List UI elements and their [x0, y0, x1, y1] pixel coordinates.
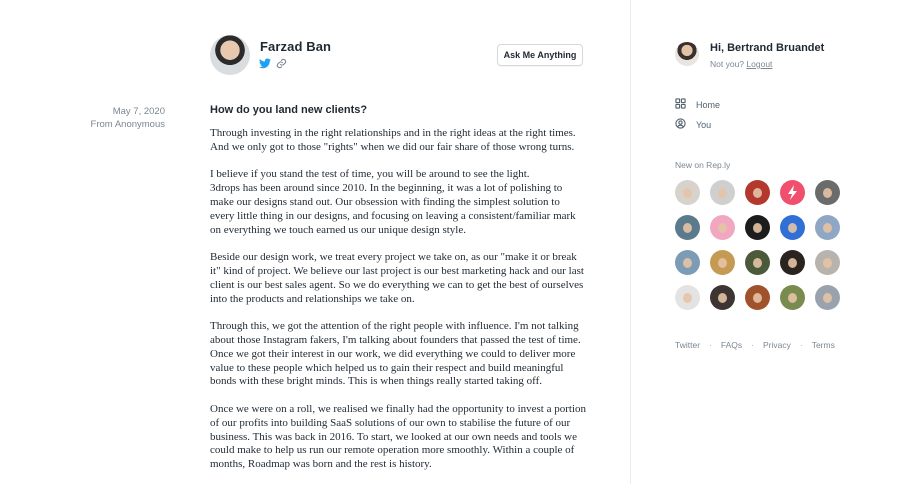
answer-paragraph: Once we were on a roll, we realised we f… — [210, 402, 587, 471]
greeting: Hi, Bertrand Bruandet — [710, 42, 825, 54]
nav-you-label: You — [696, 119, 712, 130]
user-circle-icon — [675, 118, 686, 131]
answer-paragraph: Through this, we got the attention of th… — [210, 320, 581, 388]
logout-link[interactable]: Logout — [746, 59, 772, 69]
author-avatar[interactable] — [210, 35, 250, 75]
user-avatar[interactable] — [675, 42, 699, 66]
user-avatar[interactable] — [710, 285, 735, 310]
main-content: Farzad Ban Ask Me Anything May 7, 2020 F… — [0, 0, 630, 484]
post-date: May 7, 2020 — [112, 106, 165, 117]
user-avatar[interactable] — [815, 250, 840, 275]
user-avatar[interactable] — [710, 215, 735, 240]
footer-link-twitter[interactable]: Twitter — [675, 340, 700, 350]
user-avatar[interactable] — [745, 285, 770, 310]
grid-icon — [675, 98, 686, 111]
author-name[interactable]: Farzad Ban — [260, 39, 331, 54]
user-avatar[interactable] — [780, 285, 805, 310]
footer-link-terms[interactable]: Terms — [812, 340, 835, 350]
user-avatar[interactable] — [745, 215, 770, 240]
nav-home[interactable]: Home — [675, 98, 720, 111]
footer-separator: · — [751, 340, 754, 350]
answer-paragraph: I believe if you stand the test of time,… — [210, 168, 576, 236]
not-you-line: Not you? Logout — [710, 59, 772, 69]
user-avatar[interactable] — [815, 285, 840, 310]
user-avatar[interactable] — [745, 180, 770, 205]
user-avatar[interactable] — [675, 215, 700, 240]
link-icon[interactable] — [276, 56, 287, 74]
footer-link-faqs[interactable]: FAQs — [721, 340, 742, 350]
sidebar-footer: Twitter · FAQs · Privacy · Terms — [675, 340, 835, 350]
not-you-text: Not you? — [710, 59, 745, 69]
user-avatar[interactable] — [675, 180, 700, 205]
user-avatar[interactable] — [675, 285, 700, 310]
new-users-title: New on Rep.ly — [675, 160, 731, 170]
user-avatar[interactable] — [780, 215, 805, 240]
bolt-icon — [788, 185, 797, 200]
user-avatar[interactable] — [815, 180, 840, 205]
user-avatar[interactable] — [710, 180, 735, 205]
user-avatar[interactable] — [675, 250, 700, 275]
post-from: From Anonymous — [90, 119, 165, 130]
question-title: How do you land new clients? — [210, 104, 368, 116]
user-avatar[interactable] — [745, 250, 770, 275]
author-social-links — [259, 56, 287, 74]
answer-body: Through investing in the right relations… — [210, 127, 590, 486]
footer-link-privacy[interactable]: Privacy — [763, 340, 791, 350]
footer-separator: · — [709, 340, 712, 350]
answer-paragraph: Beside our design work, we treat every p… — [210, 251, 584, 305]
user-avatar[interactable] — [780, 180, 805, 205]
footer-separator: · — [799, 340, 803, 350]
user-avatar[interactable] — [780, 250, 805, 275]
post-meta: May 7, 2020 From Anonymous — [45, 105, 165, 131]
user-avatar[interactable] — [815, 215, 840, 240]
user-avatar[interactable] — [710, 250, 735, 275]
answer-paragraph: Through investing in the right relations… — [210, 127, 576, 153]
nav-home-label: Home — [696, 99, 721, 110]
twitter-icon[interactable] — [259, 56, 271, 74]
ask-me-anything-button[interactable]: Ask Me Anything — [497, 44, 583, 66]
nav-you[interactable]: You — [675, 118, 711, 131]
new-users-grid — [675, 180, 840, 310]
